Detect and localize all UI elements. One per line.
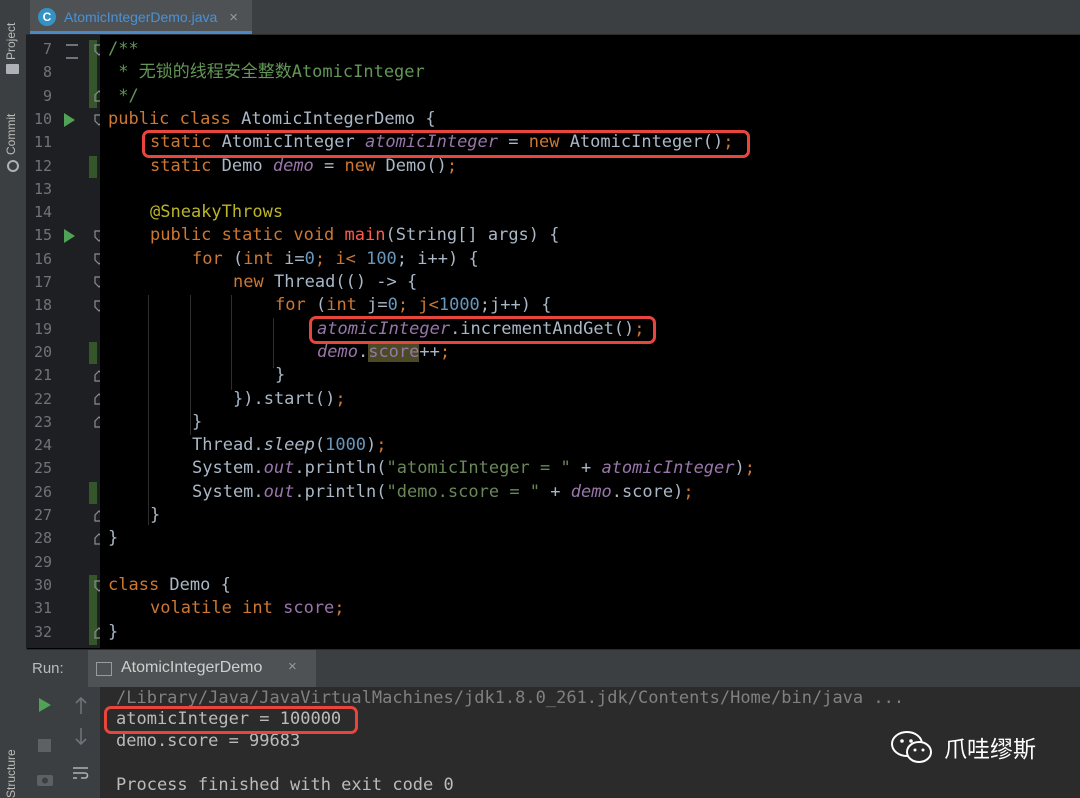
- code-line: Thread.sleep(1000);: [192, 435, 387, 456]
- folder-icon[interactable]: [6, 64, 19, 74]
- rerun-icon[interactable]: [38, 697, 52, 713]
- vcs-change-marker[interactable]: [89, 482, 97, 504]
- structure-tool-label[interactable]: Structure: [4, 749, 18, 798]
- camera-icon[interactable]: [36, 771, 54, 787]
- code-line: new Thread(() -> {: [233, 272, 418, 292]
- line-number: 11: [33, 133, 52, 152]
- highlight-box: [309, 316, 656, 344]
- line-number: 25: [33, 459, 52, 478]
- code-line: @SneakyThrows: [150, 202, 284, 223]
- code-line: demo.score++;: [317, 341, 451, 362]
- code-line: public static void main(String[] args) {: [150, 225, 560, 246]
- line-number: 23: [33, 412, 52, 431]
- run-panel-title: Run:: [32, 660, 64, 677]
- code-line: for (int i=0; i< 100; i++) {: [192, 248, 479, 269]
- highlight-box: [104, 706, 358, 734]
- line-number: 17: [33, 273, 52, 291]
- code-line: System.out.println("atomicInteger = " + …: [192, 458, 756, 479]
- vcs-change-marker[interactable]: [89, 156, 97, 178]
- code-line: */: [108, 85, 139, 106]
- close-icon[interactable]: ×: [288, 658, 297, 675]
- line-number: 22: [33, 389, 52, 408]
- line-number: 32: [33, 622, 52, 641]
- code-line: System.out.println("demo.score = " + dem…: [192, 481, 694, 502]
- run-config-tab-label: AtomicIntegerDemo: [121, 659, 263, 676]
- line-number: 21: [33, 366, 52, 385]
- line-number: 9: [42, 86, 52, 105]
- stop-icon[interactable]: [38, 739, 51, 752]
- arrow-down-icon[interactable]: [74, 727, 88, 745]
- javadoc-icon[interactable]: [66, 44, 78, 59]
- commit-icon[interactable]: [7, 160, 19, 172]
- commit-tool-label[interactable]: Commit: [4, 114, 18, 155]
- indent-guide: [231, 295, 232, 390]
- code-line: }: [150, 505, 161, 525]
- vcs-change-marker[interactable]: [89, 342, 97, 364]
- code-line: }: [275, 365, 286, 386]
- line-number: 20: [33, 342, 52, 361]
- run-config-icon: [96, 662, 112, 676]
- editor-gutter: 7 8 9 10 11 12 13 14 15 16 17 18 19 20 2…: [26, 35, 104, 648]
- code-line: class Demo {: [108, 574, 231, 595]
- line-number: 27: [33, 506, 52, 524]
- highlight-box: [142, 130, 750, 158]
- code-line: for (int j=0; j<1000;j++) {: [275, 295, 552, 316]
- line-number: 18: [33, 296, 52, 315]
- indent-guide: [148, 295, 149, 525]
- soft-wrap-icon[interactable]: [72, 765, 90, 781]
- line-number: 14: [33, 203, 52, 222]
- line-number: 7: [42, 40, 52, 58]
- project-tool-label[interactable]: Project: [4, 23, 18, 60]
- run-toolbar: [26, 687, 101, 798]
- editor-tab-bar: C AtomicIntegerDemo.java ×: [26, 0, 1080, 35]
- line-number: 31: [33, 599, 52, 618]
- watermark: 爪哇缪斯: [890, 730, 1036, 764]
- line-number: 26: [33, 482, 52, 501]
- line-number: 12: [33, 156, 52, 175]
- line-number: 16: [33, 249, 52, 268]
- run-config-tab[interactable]: AtomicIntegerDemo ×: [88, 650, 316, 687]
- run-panel-header: Run: AtomicIntegerDemo ×: [26, 649, 1080, 687]
- code-editor[interactable]: /** * 无锁的线程安全整数AtomicInteger */ public c…: [100, 35, 1080, 648]
- code-line: }: [108, 528, 119, 549]
- console-line: Process finished with exit code 0: [116, 775, 454, 795]
- code-line: /**: [108, 39, 139, 59]
- line-number: 10: [33, 109, 52, 128]
- close-icon[interactable]: ×: [229, 9, 238, 26]
- watermark-text: 爪哇缪斯: [944, 736, 1036, 762]
- editor-tab-label: AtomicIntegerDemo.java: [64, 9, 218, 25]
- run-gutter-icon[interactable]: [64, 113, 75, 127]
- indent-guide: [273, 318, 274, 368]
- class-c-icon: C: [38, 8, 56, 26]
- code-line: }: [108, 621, 119, 642]
- indent-guide: [190, 295, 191, 435]
- code-line: * 无锁的线程安全整数AtomicInteger: [108, 62, 425, 83]
- line-number: 19: [33, 319, 52, 338]
- active-tab-indicator: [30, 31, 252, 34]
- line-number: 8: [42, 63, 52, 82]
- run-gutter-icon[interactable]: [64, 229, 75, 243]
- line-number: 24: [33, 436, 52, 455]
- line-number: 13: [33, 179, 52, 198]
- code-line: }: [192, 411, 203, 432]
- tool-window-strip: Project Commit Structure: [0, 0, 27, 798]
- arrow-up-icon[interactable]: [74, 697, 88, 715]
- wechat-icon: [891, 731, 932, 763]
- editor-tab[interactable]: C AtomicIntegerDemo.java ×: [30, 0, 252, 34]
- line-number: 30: [33, 575, 52, 594]
- line-number: 15: [33, 226, 52, 245]
- line-number: 28: [33, 529, 52, 548]
- line-number: 29: [33, 552, 52, 571]
- code-line: public class AtomicIntegerDemo {: [108, 108, 436, 129]
- code-line: volatile int score;: [150, 598, 345, 619]
- code-line: }).start();: [233, 388, 346, 409]
